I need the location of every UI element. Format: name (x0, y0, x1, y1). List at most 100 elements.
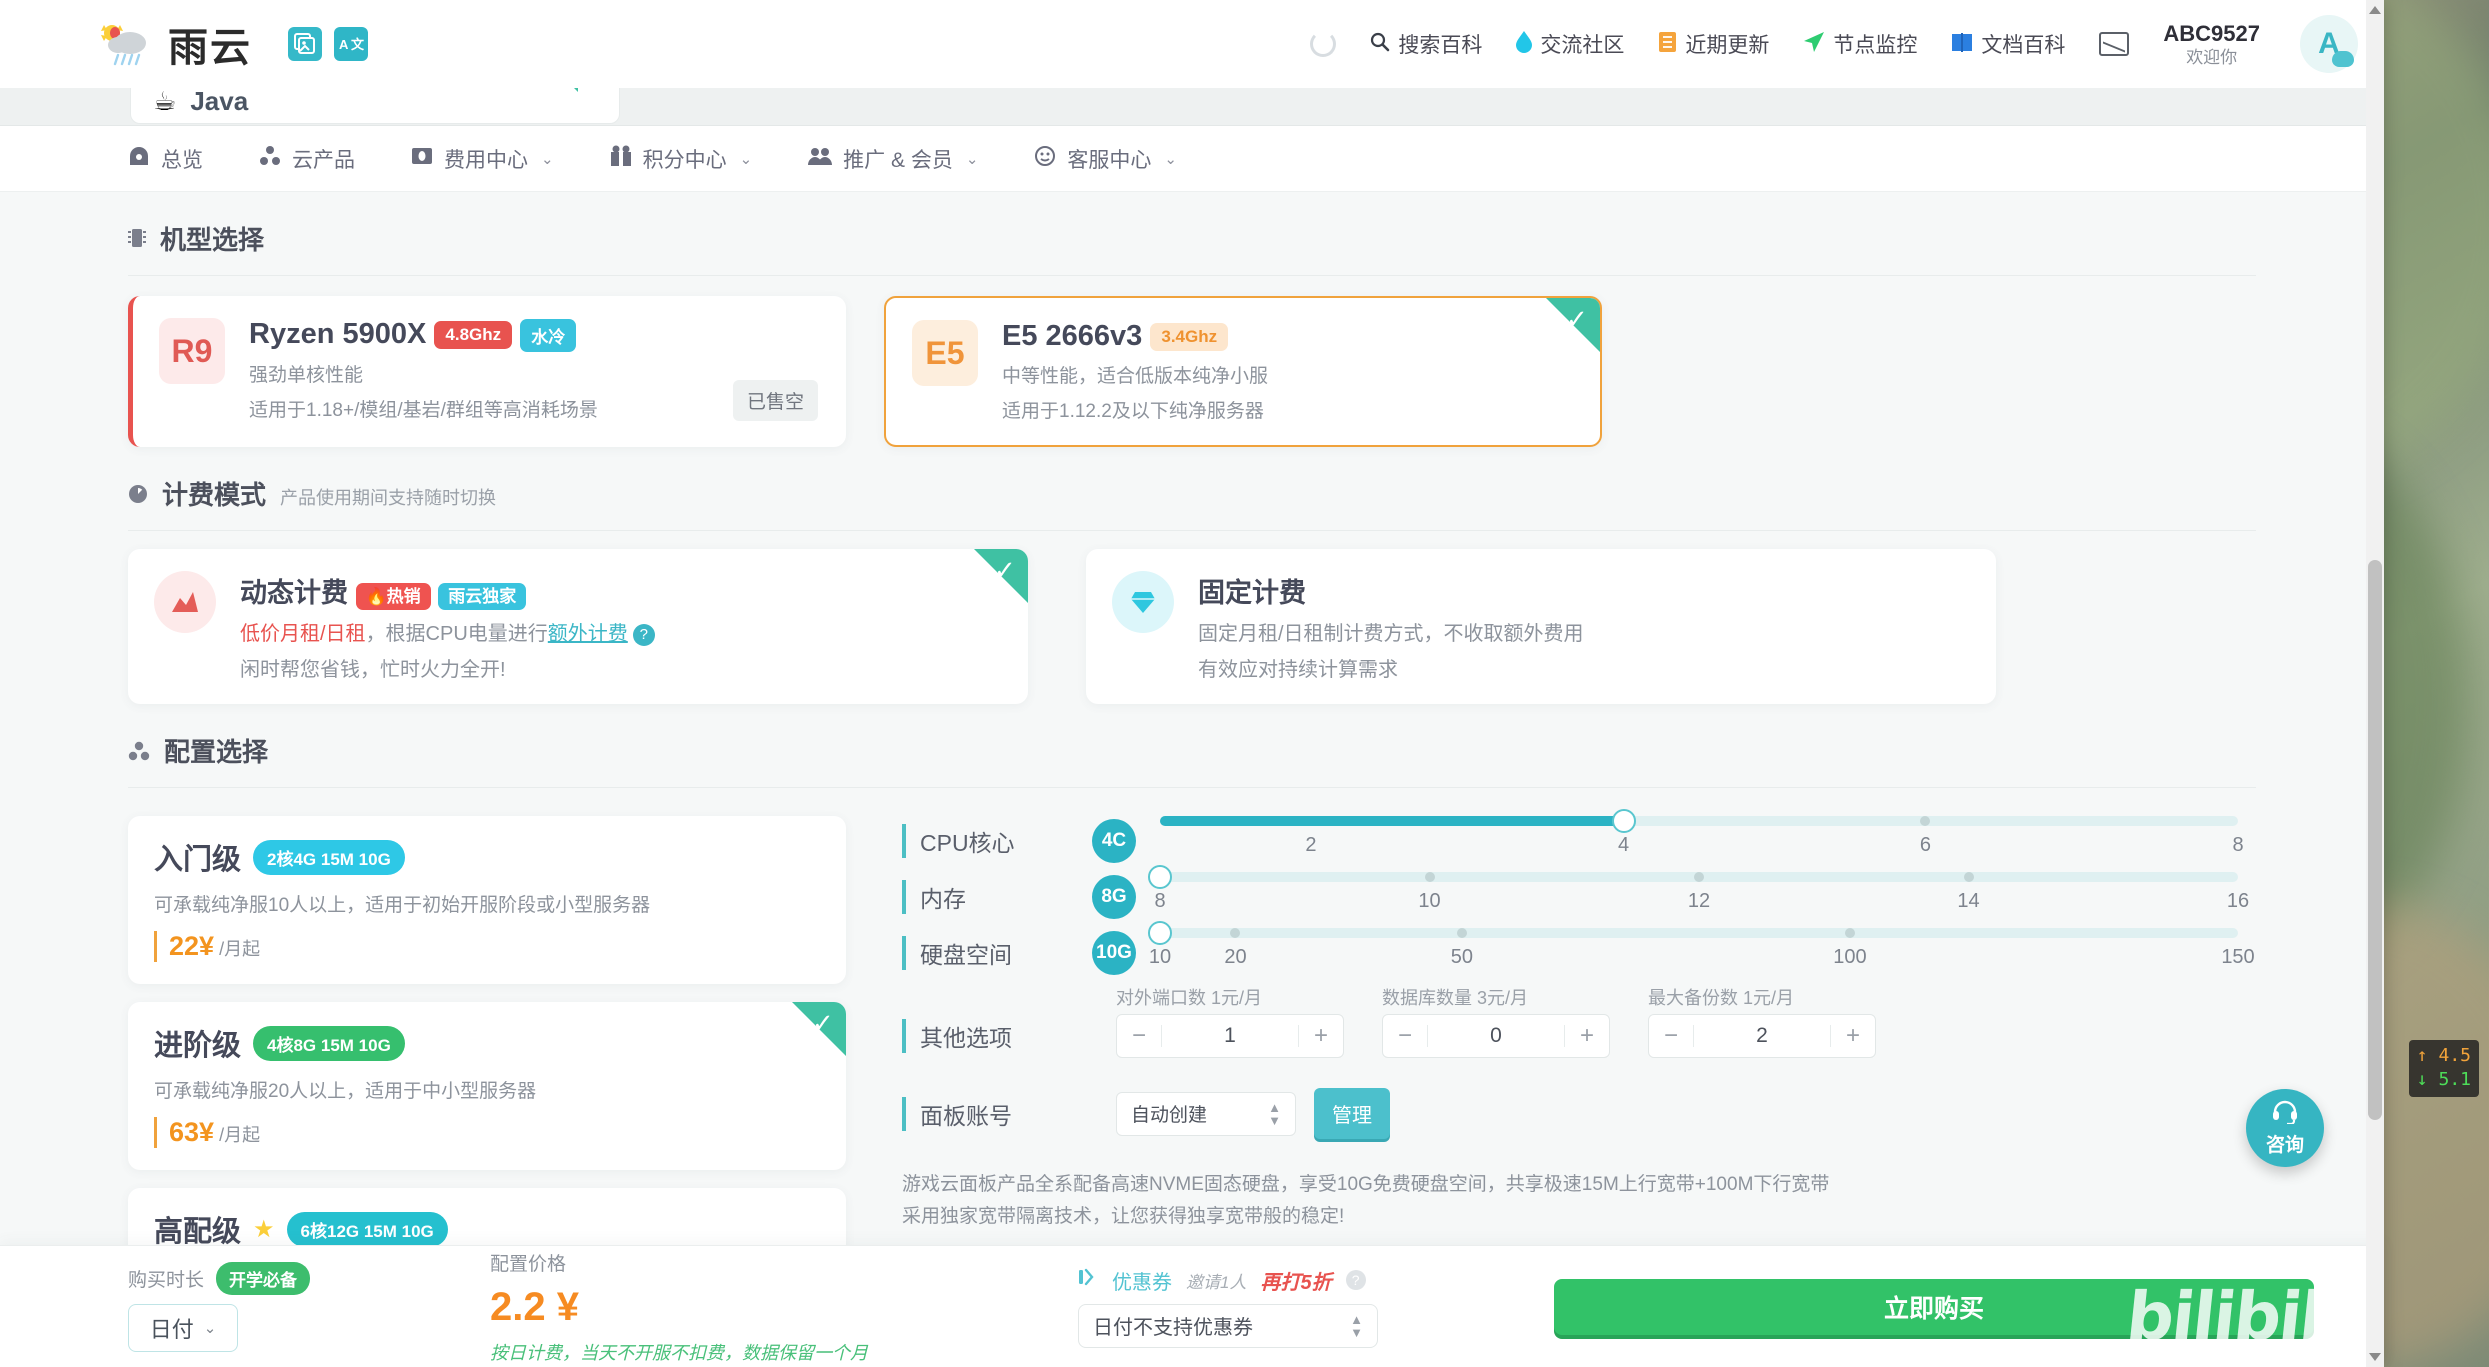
download-speed-value: 5.1 (2438, 1069, 2471, 1091)
coupon-select[interactable]: 日付不支持优惠券 ▲ ▼ (1078, 1303, 1379, 1348)
panel-account-select[interactable]: 自动创建 ▲ ▼ (1116, 1091, 1296, 1136)
machine-badge: E5 (912, 320, 978, 386)
stepper-ports[interactable]: − 1 + (1116, 1014, 1344, 1058)
subnav-item-billing-center[interactable]: 费用中心 ⌄ (411, 144, 554, 174)
tick-label: 4 (1617, 834, 1630, 856)
coupon-label[interactable]: 优惠券 (1112, 1266, 1172, 1295)
blurb-line-2: 采用独家宽带隔离技术，让您获得独享宽带般的稳定! (902, 1206, 1345, 1228)
duration-select[interactable]: 日付 ⌄ (128, 1303, 238, 1352)
option-label: 对外端口数 1元/月 (1116, 988, 1263, 1008)
subnav-item-overview[interactable]: 总览 (128, 144, 203, 174)
svg-text:A: A (339, 37, 349, 52)
slider-row-disk: 硬盘空间 10G 10 20 50 100 150 (902, 921, 2256, 978)
down-arrow-icon: ↓ (2416, 1069, 2428, 1091)
users-icon (808, 146, 833, 172)
stepper-value[interactable]: 0 (1428, 1024, 1564, 1048)
plan-price-value: 63¥ (169, 1117, 215, 1147)
stepper-databases[interactable]: − 0 + (1382, 1014, 1610, 1058)
price-note: 按日计费，当天不开服不扣费，数据保留一个月 (490, 1342, 869, 1363)
extra-billing-link[interactable]: 额外计费 (548, 623, 628, 645)
steppers: − 1 + − 0 + − 2 + (1116, 1014, 1876, 1058)
tick-label: 10 (1148, 946, 1172, 968)
slider-tick-dot (1920, 816, 1931, 826)
decrement-button[interactable]: − (1117, 1015, 1161, 1057)
stepper-backups[interactable]: − 2 + (1648, 1014, 1876, 1058)
billing-title: 固定计费 (1198, 578, 1306, 608)
selected-corner-icon (556, 88, 578, 92)
blurb-line-1: 游戏云面板产品全系配备高速NVME固态硬盘，享受10G免费硬盘空间，共享极速15… (902, 1174, 1830, 1195)
upload-speed-row: ↑ 4.5 (2417, 1044, 2471, 1068)
logo[interactable]: 雨云 (96, 15, 252, 73)
slider-track[interactable] (1160, 809, 2238, 833)
slider-track-wrap[interactable]: 8 10 12 14 16 (1148, 865, 2256, 922)
tick-label: 14 (1957, 890, 1980, 912)
select-spinner-icon: ▲ ▼ (1350, 1311, 1364, 1340)
nav-community[interactable]: 交流社区 (1516, 29, 1624, 59)
tick-label: 2 (1305, 834, 1317, 856)
slider-knob[interactable] (1611, 809, 1636, 833)
plan-card-advanced[interactable]: 进阶级 4核8G 15M 10G 可承载纯净服20人以上，适用于中小型服务器 6… (128, 1002, 846, 1170)
section-subtitle: 产品使用期间支持随时切换 (280, 488, 497, 508)
help-icon[interactable]: ? (1345, 1270, 1366, 1290)
increment-button[interactable]: + (1299, 1015, 1343, 1057)
increment-button[interactable]: + (1565, 1015, 1609, 1057)
slider-track[interactable] (1148, 865, 2238, 889)
nav-label: 搜索百科 (1398, 34, 1483, 57)
select-spinner-icon: ▲ ▼ (1268, 1099, 1281, 1128)
machine-card-ryzen[interactable]: R9 Ryzen 5900X 4.8Ghz 水冷 强劲单核性能 适用于1.18+… (128, 296, 846, 447)
avatar[interactable]: A (2300, 15, 2358, 73)
chart-area-icon (154, 571, 216, 633)
slider-track-wrap[interactable]: 2 4 6 8 (1160, 809, 2256, 866)
subnav-item-cloud-products[interactable]: 云产品 (259, 144, 355, 174)
decrement-button[interactable]: − (1383, 1015, 1427, 1057)
slider-tick-dot (1963, 872, 1974, 882)
subnav-item-support-center[interactable]: 客服中心 ⌄ (1034, 144, 1177, 174)
billing-card-fixed[interactable]: 固定计费 固定月租/日租制计费方式，不收取额外费用 有效应对持续计算需求 (1086, 549, 1996, 704)
page-scrollbar[interactable] (2366, 0, 2384, 1367)
translate-icon[interactable]: A文 (334, 27, 368, 61)
subnav-item-points-center[interactable]: 积分中心 ⌄ (610, 144, 753, 174)
mail-icon[interactable] (2099, 32, 2130, 56)
billing-card-dynamic[interactable]: 动态计费 🔥热销 雨云独家 低价月租/日租，根据CPU电量进行额外计费? 闲时帮… (128, 549, 1028, 704)
subnav-item-promotion-member[interactable]: 推广 & 会员 ⌄ (808, 144, 978, 174)
increment-button[interactable]: + (1831, 1015, 1875, 1057)
stepper-value[interactable]: 1 (1162, 1024, 1298, 1048)
billing-desc-1: 低价月租/日租，根据CPU电量进行额外计费? (240, 617, 655, 646)
nav-search-wiki[interactable]: 搜索百科 (1370, 29, 1482, 59)
plan-spec-badge: 2核4G 15M 10G (253, 839, 405, 875)
cloud-product-icon (259, 145, 281, 173)
option-labels: 对外端口数 1元/月 数据库数量 3元/月 最大备份数 1元/月 (1116, 984, 2256, 1014)
slider-knob[interactable] (1148, 865, 1172, 889)
nav-recent-updates[interactable]: 近期更新 (1658, 29, 1769, 59)
slider-track-wrap[interactable]: 10 20 50 100 150 (1148, 921, 2256, 978)
buy-now-button[interactable]: 立即购买 (1554, 1278, 2314, 1335)
slider-track[interactable] (1148, 921, 2238, 945)
java-version-card[interactable]: ☕ Java (130, 88, 620, 124)
scroll-down-arrow-icon[interactable] (2369, 1353, 2381, 1361)
stepper-value[interactable]: 2 (1694, 1024, 1830, 1048)
tick-label: 6 (1919, 834, 1931, 856)
loading-spinner-icon (1310, 31, 1337, 57)
image-icon[interactable] (288, 27, 322, 61)
user-info[interactable]: ABC9527 欢迎你 (2163, 20, 2260, 69)
plan-card-entry[interactable]: 入门级 2核4G 15M 10G 可承载纯净服10人以上，适用于初始开服阶段或小… (128, 816, 846, 984)
manage-button[interactable]: 管理 (1314, 1088, 1390, 1139)
chevron-down-icon: ⌄ (541, 150, 554, 168)
slider-knob[interactable] (1148, 921, 1172, 945)
scrollbar-thumb[interactable] (2368, 560, 2382, 1120)
plan-spec-badge: 4核8G 15M 10G (253, 1025, 405, 1061)
nav-node-monitor[interactable]: 节点监控 (1803, 29, 1917, 59)
price-label: 配置价格 (490, 1253, 567, 1275)
decrement-button[interactable]: − (1649, 1015, 1693, 1057)
tick-label: 50 (1450, 946, 1473, 968)
nav-label: 交流社区 (1540, 34, 1625, 57)
chevron-down-icon: ⌄ (739, 150, 753, 168)
scroll-up-arrow-icon[interactable] (2369, 6, 2381, 14)
support-fab-button[interactable]: 咨询 (2246, 1089, 2324, 1167)
help-icon[interactable]: ? (632, 623, 655, 646)
slider-label: 内存 (902, 880, 1092, 914)
machine-card-e5[interactable]: E5 E5 2666v3 3.4Ghz 中等性能，适合低版本纯净小服 适用于1.… (884, 296, 1602, 447)
subnav-label: 云产品 (292, 148, 355, 172)
nav-docs-wiki[interactable]: 文档百科 (1951, 29, 2065, 59)
plan-title-row: 高配级 ★ 6核12G 15M 10G (154, 1208, 820, 1250)
